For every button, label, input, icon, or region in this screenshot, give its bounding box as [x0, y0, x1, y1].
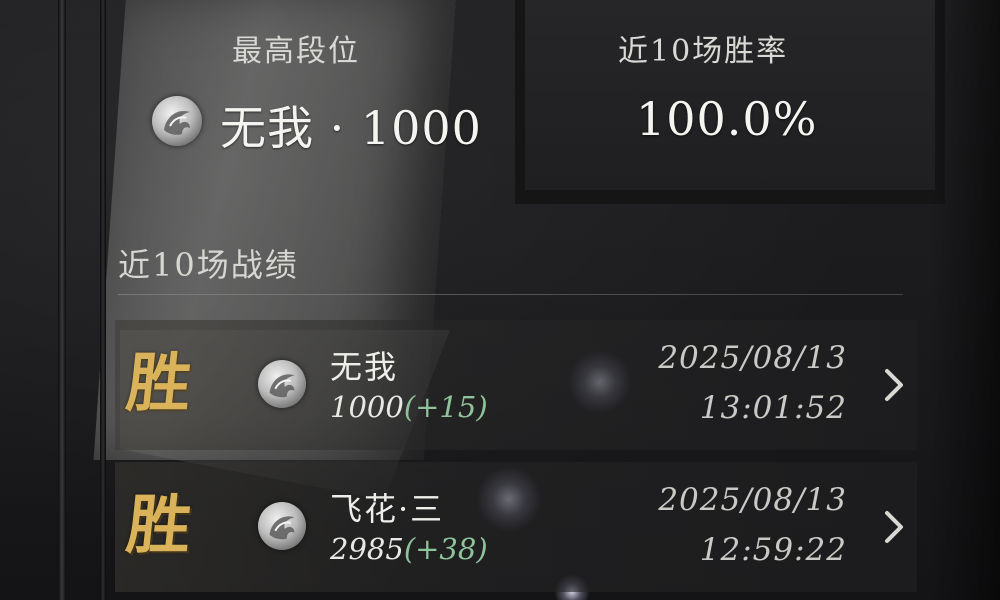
match-score: 1000 [330, 390, 404, 424]
section-divider [118, 294, 903, 295]
background-pole-secondary [100, 0, 106, 600]
match-rank-name: 无我 [330, 348, 399, 386]
match-row[interactable]: 胜 无我 1000(+15) 2025/08/13 13:01:52 [115, 320, 917, 450]
background-pole [58, 0, 66, 600]
rank-emblem-icon [258, 360, 306, 408]
win-rate-value: 100.0% [636, 92, 818, 146]
match-score-line: 2985(+38) [330, 532, 488, 566]
chevron-right-icon[interactable] [877, 365, 911, 405]
match-time: 12:59:22 [699, 532, 847, 568]
match-time: 13:01:52 [699, 390, 847, 426]
rank-emblem-icon [258, 502, 306, 550]
match-row[interactable]: 胜 飞花·三 2985(+38) 2025/08/13 12:59:22 [115, 462, 917, 592]
match-date: 2025/08/13 [658, 482, 847, 518]
match-rank-name: 飞花·三 [330, 490, 445, 528]
match-result-badge: 胜 [123, 488, 195, 563]
highest-rank-value: 无我 · 1000 [220, 101, 482, 155]
highest-rank-label: 最高段位 [232, 34, 360, 69]
match-score: 2985 [330, 532, 404, 566]
recent-matches-title: 近10场战绩 [118, 246, 299, 284]
rank-emblem-icon [152, 96, 202, 146]
match-date: 2025/08/13 [658, 340, 847, 376]
match-score-delta: (+38) [403, 532, 488, 566]
background-shade [930, 0, 1000, 600]
match-history-screen: 最高段位 无我 · 1000 近10场胜率 100.0% 近10场战绩 胜 无我… [0, 0, 1000, 600]
match-score-line: 1000(+15) [330, 390, 488, 424]
win-rate-label: 近10场胜率 [618, 34, 789, 69]
match-score-delta: (+15) [403, 390, 488, 424]
match-result-badge: 胜 [123, 346, 195, 421]
chevron-right-icon[interactable] [877, 507, 911, 547]
